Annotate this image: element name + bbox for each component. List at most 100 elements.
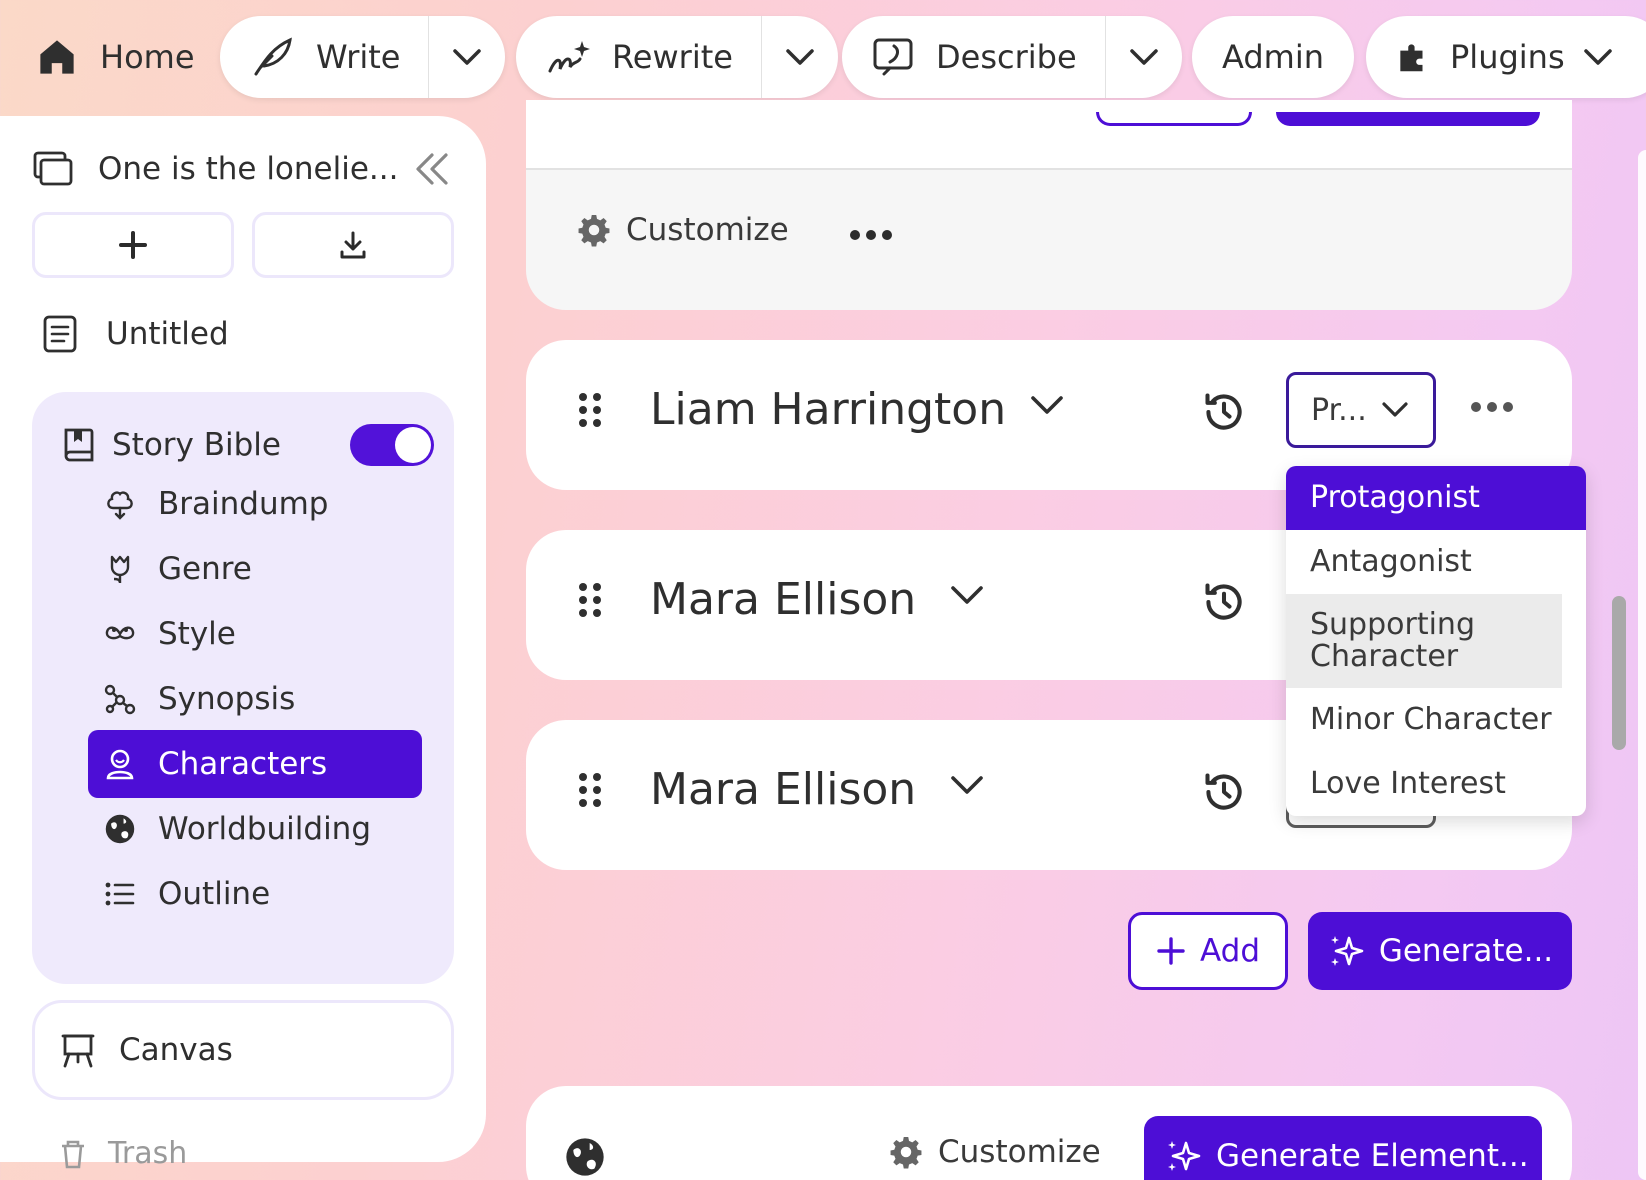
describe-button[interactable]: Describe	[842, 16, 1105, 98]
mustache-icon	[104, 618, 136, 650]
sidebar-item-label: Outline	[158, 876, 271, 912]
write-menu-button[interactable]	[429, 16, 505, 98]
rewrite-button[interactable]: Rewrite	[516, 16, 761, 98]
sidebar-item-synopsis[interactable]: Synopsis	[88, 665, 422, 733]
generate-characters-button[interactable]: Generate...	[1308, 912, 1572, 990]
collapse-sidebar-icon[interactable]	[412, 151, 452, 187]
document-title: Untitled	[106, 316, 229, 352]
trash-button[interactable]: Trash	[58, 1136, 187, 1171]
role-select-value: Pr...	[1311, 392, 1367, 428]
describe-button-group: Describe	[842, 16, 1182, 98]
role-option-supporting-character[interactable]: Supporting Character	[1286, 594, 1562, 688]
sidebar-item-label: Genre	[158, 551, 252, 587]
sidebar-item-worldbuilding[interactable]: Worldbuilding	[88, 795, 422, 863]
more-options-icon[interactable]	[850, 230, 892, 240]
globe-icon	[564, 1136, 606, 1178]
character-name[interactable]: Mara Ellison	[650, 574, 916, 625]
folders-icon	[32, 150, 74, 188]
history-icon[interactable]	[1202, 580, 1246, 624]
history-icon[interactable]	[1202, 770, 1246, 814]
chevron-down-icon	[1381, 401, 1409, 419]
role-option-label: Minor Character	[1310, 702, 1552, 737]
home-label: Home	[100, 38, 195, 76]
character-more-icon[interactable]	[1471, 402, 1513, 412]
top-toolbar: Home Write Rewrite Describe Admin Plugin…	[0, 0, 1646, 116]
import-button[interactable]	[252, 212, 454, 278]
customize-button[interactable]: Customize	[576, 212, 789, 248]
tulip-icon	[104, 553, 136, 585]
sidebar: One is the lonelie... Untitled Story Bib…	[0, 116, 486, 1171]
trash-label: Trash	[108, 1136, 188, 1171]
role-select[interactable]: Pr...	[1286, 372, 1436, 448]
character-name[interactable]: Mara Ellison	[650, 764, 916, 815]
rewrite-menu-button[interactable]	[762, 16, 838, 98]
plugins-button[interactable]: Plugins	[1366, 16, 1646, 98]
partial-generate-button[interactable]	[1276, 112, 1540, 126]
document-untitled[interactable]: Untitled	[42, 309, 229, 359]
sparkle-icon	[1164, 1137, 1202, 1175]
add-character-button[interactable]: Add	[1128, 912, 1288, 990]
role-option-antagonist[interactable]: Antagonist	[1286, 530, 1586, 594]
chevron-down-icon	[1129, 48, 1159, 66]
customize-button[interactable]: Customize	[888, 1134, 1101, 1170]
describe-menu-button[interactable]	[1106, 16, 1182, 98]
sidebar-item-genre[interactable]: Genre	[88, 535, 422, 603]
partial-outline-button[interactable]	[1096, 112, 1252, 126]
braindump-section-card: Customize	[526, 100, 1572, 310]
list-icon	[104, 878, 136, 910]
easel-icon	[61, 1032, 95, 1068]
customize-label: Customize	[938, 1134, 1101, 1170]
role-option-label: Antagonist	[1310, 544, 1472, 579]
sidebar-item-style[interactable]: Style	[88, 600, 422, 668]
card-upper	[526, 100, 1572, 170]
home-icon	[36, 36, 78, 78]
sidebar-item-label: Characters	[158, 746, 328, 782]
scrollbar-thumb[interactable]	[1612, 596, 1626, 750]
sidebar-item-label: Braindump	[158, 486, 329, 522]
sidebar-item-label: Synopsis	[158, 681, 296, 717]
add-label: Add	[1199, 933, 1261, 969]
globe-icon	[104, 813, 136, 845]
worldbuilding-section-card: Customize Generate Element...	[526, 1086, 1572, 1180]
story-bible-header: Story Bible	[62, 420, 434, 470]
expand-chevron-icon[interactable]	[1030, 394, 1064, 416]
project-title[interactable]: One is the lonelie...	[98, 151, 412, 187]
sidebar-item-label: Worldbuilding	[158, 811, 372, 847]
admin-button[interactable]: Admin	[1192, 16, 1354, 98]
role-option-minor-character[interactable]: Minor Character	[1286, 688, 1586, 752]
rewrite-label: Rewrite	[612, 38, 733, 76]
drag-handle-icon[interactable]	[578, 772, 602, 808]
new-document-button[interactable]	[32, 212, 234, 278]
gear-icon	[888, 1134, 924, 1170]
sparkle-icon	[1327, 932, 1365, 970]
describe-label: Describe	[936, 38, 1077, 76]
gear-icon	[576, 212, 612, 248]
generate-element-button[interactable]: Generate Element...	[1144, 1116, 1542, 1180]
story-bible-toggle[interactable]	[350, 424, 434, 466]
sidebar-item-braindump[interactable]: Braindump	[88, 470, 422, 538]
story-bible-label: Story Bible	[112, 427, 281, 463]
expand-chevron-icon[interactable]	[950, 774, 984, 796]
history-icon[interactable]	[1202, 390, 1246, 434]
home-button[interactable]: Home	[36, 22, 195, 92]
write-button[interactable]: Write	[220, 16, 428, 98]
sidebar-item-outline[interactable]: Outline	[88, 860, 422, 928]
role-option-protagonist[interactable]: Protagonist	[1286, 466, 1586, 530]
role-option-love-interest[interactable]: Love Interest	[1286, 752, 1586, 816]
canvas-label: Canvas	[119, 1032, 233, 1068]
book-icon	[62, 426, 96, 464]
customize-label: Customize	[626, 212, 789, 248]
story-bible-panel: Story Bible Braindump Genre Style Synops…	[32, 392, 454, 984]
plus-icon	[1156, 936, 1186, 966]
expand-chevron-icon[interactable]	[950, 584, 984, 606]
drag-handle-icon[interactable]	[578, 392, 602, 428]
role-option-label: Protagonist	[1310, 480, 1480, 515]
sidebar-item-characters[interactable]: Characters	[88, 730, 422, 798]
role-dropdown-menu: Protagonist Antagonist Supporting Charac…	[1286, 466, 1586, 816]
canvas-button[interactable]: Canvas	[32, 1000, 454, 1100]
role-option-label: Love Interest	[1310, 766, 1506, 801]
plus-icon	[118, 230, 148, 260]
rewrite-button-group: Rewrite	[516, 16, 838, 98]
drag-handle-icon[interactable]	[578, 582, 602, 618]
character-name[interactable]: Liam Harrington	[650, 384, 1006, 435]
